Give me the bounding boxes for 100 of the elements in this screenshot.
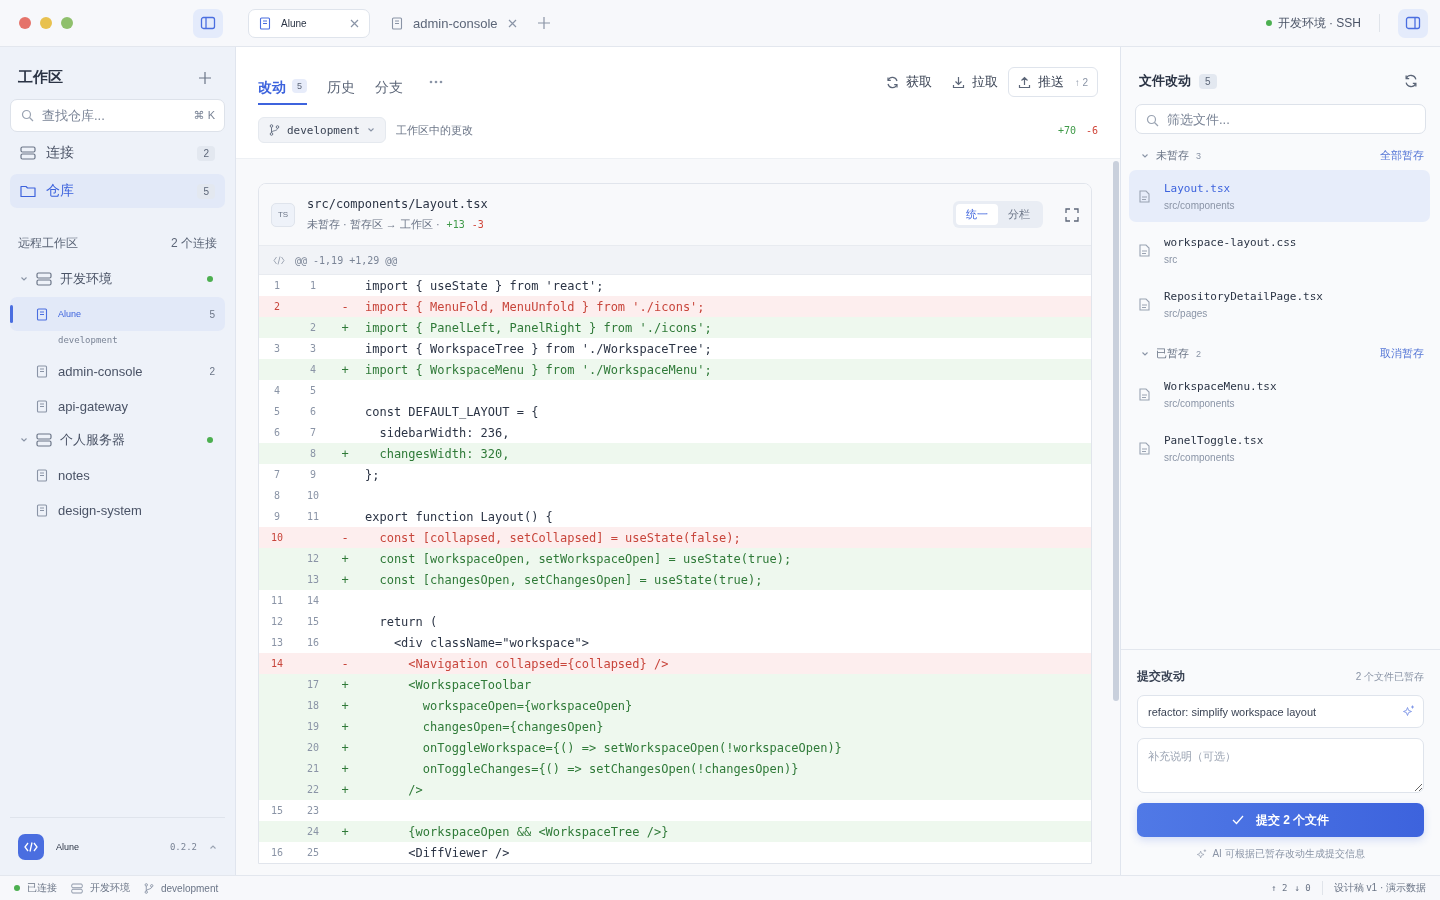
version-label: 0.2.2	[169, 841, 197, 852]
filter-field[interactable]: 筛选文件...	[1135, 104, 1426, 134]
close-icon[interactable]	[350, 18, 359, 28]
book-icon	[36, 307, 48, 321]
code-text: const [changesOpen, setChangesOpen] = useState(true);	[378, 572, 763, 587]
view-option[interactable]: 统一	[956, 204, 998, 225]
commit-summary-field[interactable]: refactor: simplify workspace layout	[1137, 695, 1424, 728]
file-name: workspace-layout.css	[1164, 235, 1297, 249]
chevron-icon[interactable]	[1141, 349, 1149, 358]
group-action-link[interactable]: 全部暂存	[1380, 148, 1424, 163]
file-name: RepositoryDetailPage.tsx	[1164, 289, 1323, 303]
nav-item[interactable]: 连接 2	[10, 136, 225, 170]
view-tab[interactable]: 改动 5	[258, 59, 307, 105]
view-tab[interactable]: 历史	[327, 59, 355, 105]
group-label: 未暂存	[1156, 148, 1189, 163]
add-icon[interactable]	[199, 71, 211, 84]
line-number: 20	[306, 742, 319, 753]
view-option[interactable]: 分栏	[998, 204, 1040, 225]
changed-file-item[interactable]: Layout.tsx src/components	[1129, 170, 1430, 222]
server-label: 个人服务器	[60, 431, 126, 449]
tab-label: Alune	[281, 17, 308, 29]
sparkle-icon[interactable]	[1402, 705, 1415, 718]
line-number: 19	[306, 721, 319, 732]
diff-sign: +	[341, 698, 349, 713]
chevron-icon[interactable]	[1141, 151, 1149, 160]
code-text: return (	[378, 614, 438, 629]
changed-file-item[interactable]: workspace-layout.css src	[1129, 224, 1430, 276]
download-icon	[951, 75, 965, 89]
line-number: 12	[306, 553, 319, 564]
commit-description-field[interactable]: 补充说明（可选）	[1137, 738, 1424, 793]
expand-icon[interactable]	[1065, 207, 1079, 222]
line-number: 16	[270, 847, 283, 858]
diff-sign: -	[341, 530, 349, 545]
server-icon	[36, 272, 52, 286]
file-status: 未暂存 · 暂存区 → 工作区 ·	[307, 217, 440, 232]
line-number: 3	[274, 343, 280, 354]
code-text: workspaceOpen={workspaceOpen}	[421, 698, 633, 713]
code-text: />	[407, 782, 423, 797]
line-number: 9	[310, 469, 316, 480]
file-directory: src/components	[1164, 199, 1235, 211]
code-text: sidebarWidth: 236,	[378, 425, 510, 440]
scrollbar[interactable]	[1113, 161, 1119, 701]
line-number: 3	[310, 343, 316, 354]
code-text: const [workspaceOpen, setWorkspaceOpen] = useState(true);	[378, 551, 792, 566]
code-text: const DEFAULT_LAYOUT = {	[365, 404, 539, 419]
diff-sign: +	[341, 824, 349, 839]
search-icon	[21, 109, 34, 122]
minimize-light[interactable]	[40, 17, 52, 29]
server-item[interactable]: 开发环境	[10, 262, 225, 296]
nav-label: 连接	[46, 144, 75, 162]
book-icon	[36, 364, 48, 378]
hunk-header: @@ -1,19 +1,29 @@	[295, 254, 398, 266]
branch-status: development	[161, 882, 219, 894]
repository-item[interactable]: design-system	[10, 493, 225, 527]
add-icon[interactable]	[537, 17, 550, 29]
refresh-icon	[885, 75, 899, 89]
group-action-link[interactable]: 取消暂存	[1380, 346, 1424, 361]
repository-name: api-gateway	[58, 398, 130, 414]
changed-file-item[interactable]: RepositoryDetailPage.tsx src/pages	[1129, 278, 1430, 330]
window-tab[interactable]: admin-console	[380, 8, 528, 38]
branch-dropdown[interactable]: development	[258, 117, 386, 143]
repository-item[interactable]: notes	[10, 458, 225, 492]
shortcut-hint: ⌘ K	[193, 109, 215, 122]
pull-button[interactable]: 拉取	[951, 67, 998, 97]
line-number: 5	[310, 385, 316, 396]
changed-file-item[interactable]: WorkspaceMenu.tsx src/components	[1129, 368, 1430, 420]
group-count: 3	[1196, 150, 1201, 161]
close-light[interactable]	[19, 17, 31, 29]
line-number: 1	[310, 280, 316, 291]
nav-item[interactable]: 仓库 5	[10, 174, 225, 208]
line-number: 2	[310, 322, 316, 333]
view-tab[interactable]: 分支	[375, 59, 403, 105]
server-icon	[20, 146, 36, 160]
server-icon	[71, 882, 83, 894]
connection-status: 已连接	[27, 881, 57, 895]
more-icon[interactable]	[429, 80, 443, 84]
zoom-light[interactable]	[61, 17, 73, 29]
line-number: 25	[306, 847, 319, 858]
fetch-button[interactable]: 获取	[885, 67, 932, 97]
repository-item[interactable]: api-gateway	[10, 389, 225, 423]
refresh-icon[interactable]	[1404, 74, 1418, 88]
push-button[interactable]: 推送 ↑ 2	[1007, 67, 1098, 97]
app-logo-icon	[18, 833, 44, 860]
changed-file-item[interactable]: PanelToggle.tsx src/components	[1129, 422, 1430, 474]
panel-toggle-button[interactable]	[1398, 8, 1428, 38]
window-tab[interactable]: Alune	[248, 8, 370, 38]
repository-item[interactable]: admin-console 2	[10, 354, 225, 388]
file-directory: src/pages	[1164, 307, 1209, 319]
line-number: 15	[306, 616, 319, 627]
close-icon[interactable]	[507, 18, 517, 28]
line-number: 10	[306, 490, 319, 501]
server-item[interactable]: 个人服务器	[10, 423, 225, 457]
line-number: 12	[270, 616, 283, 627]
book-icon	[259, 16, 271, 30]
check-icon	[1231, 815, 1244, 825]
nav-label: 仓库	[46, 182, 75, 200]
sidebar-toggle-button[interactable]	[193, 8, 223, 38]
code-text: import { WorkspaceTree } from './WorkspaceTree';	[365, 341, 712, 356]
commit-button[interactable]: 提交 2 个文件	[1137, 803, 1424, 837]
repository-name: design-system	[58, 502, 143, 518]
